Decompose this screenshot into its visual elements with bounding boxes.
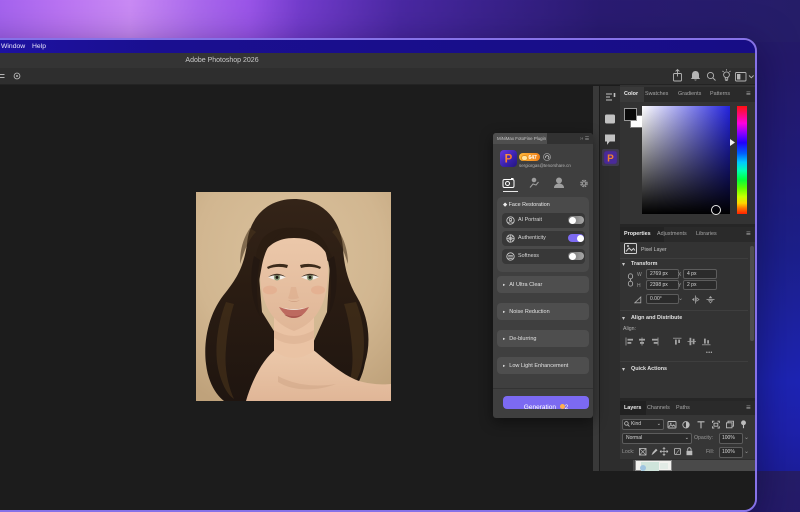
svg-text:P: P bbox=[607, 154, 614, 165]
svg-text:P: P bbox=[505, 154, 513, 166]
